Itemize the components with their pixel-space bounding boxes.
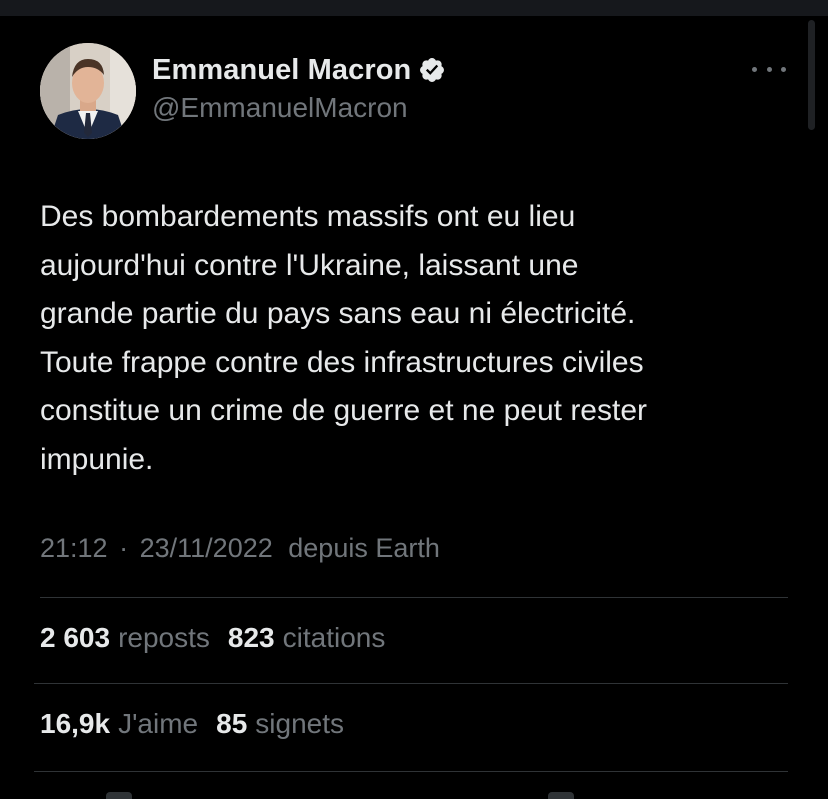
reposts-count: 2 603 [40,622,111,653]
likes-stat[interactable]: 16,9k J'aime [40,708,198,740]
top-bar [0,0,828,16]
divider [34,683,788,684]
author-handle[interactable]: @EmmanuelMacron [152,92,408,124]
likes-count: 16,9k [40,708,111,739]
quotes-label: citations [282,622,386,653]
bookmarks-stat[interactable]: 85 signets [216,708,344,740]
tweet-text: Des bombardements massifs ont eu lieu au… [40,200,648,476]
likes-label: J'aime [118,708,199,739]
quotes-stat[interactable]: 823 citations [228,622,385,654]
tweet-source: depuis Earth [288,533,440,563]
dot [752,66,757,72]
meta-separator: · [119,533,129,563]
tweet-time[interactable]: 21:12 [40,533,108,563]
dot [766,66,772,72]
author-display-name[interactable]: Emmanuel Macron [152,54,411,87]
scrollbar[interactable] [808,20,815,130]
stats-row-reposts: 2 603 reposts 823 citations [40,622,385,654]
dot [781,66,786,72]
reply-icon[interactable] [106,792,132,799]
bookmarks-label: signets [255,708,344,739]
tweet-meta: 21:12 · 23/11/2022 depuis Earth [40,533,440,564]
divider [40,597,788,598]
avatar[interactable] [40,43,136,139]
reposts-label: reposts [118,622,210,653]
divider [34,771,788,772]
bookmarks-count: 85 [216,708,248,739]
more-options-icon[interactable] [752,58,786,80]
reposts-stat[interactable]: 2 603 reposts [40,622,210,654]
tweet-date[interactable]: 23/11/2022 [140,533,273,563]
quotes-count: 823 [227,622,275,653]
verified-badge-icon[interactable] [418,56,446,84]
avatar-image [40,43,136,139]
bookmark-icon[interactable] [548,792,574,799]
stats-row-likes: 16,9k J'aime 85 signets [40,708,344,740]
author-name-row[interactable]: Emmanuel Macron [152,52,446,88]
